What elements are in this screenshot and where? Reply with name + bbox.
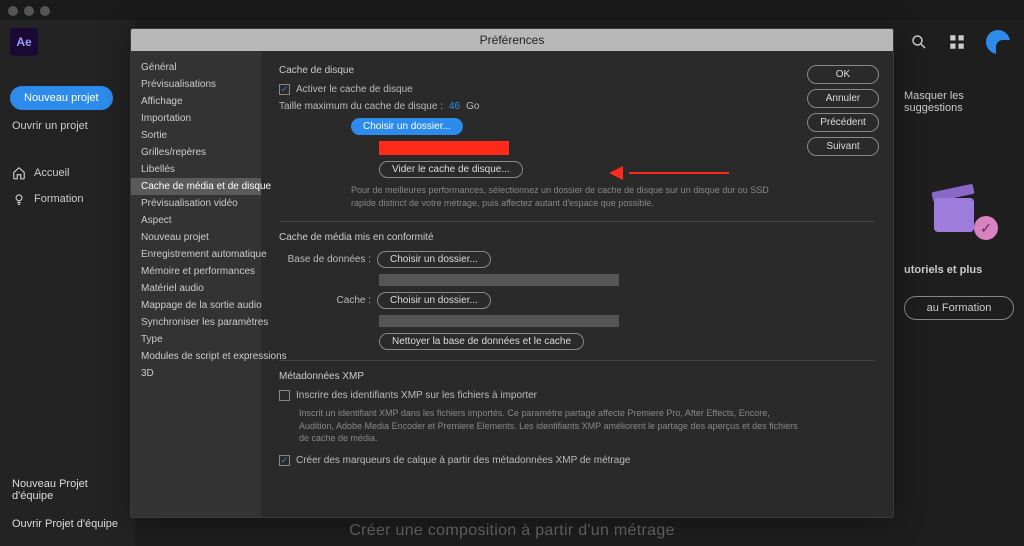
nav-training-label: Formation	[34, 193, 84, 205]
clean-db-cache-button[interactable]: Nettoyer la base de données et le cache	[379, 333, 584, 350]
cat-new-project[interactable]: Nouveau projet	[131, 229, 261, 246]
disk-cache-path-redacted	[379, 141, 509, 155]
nav-home-label: Accueil	[34, 167, 69, 179]
max-size-label: Taille maximum du cache de disque :	[279, 101, 443, 112]
new-project-button[interactable]: Nouveau projet	[10, 86, 113, 110]
tutorials-heading: utoriels et plus	[904, 264, 1014, 276]
nav-training[interactable]: Formation	[0, 186, 135, 212]
cat-scripting[interactable]: Modules de script et expressions	[131, 348, 261, 365]
cat-memory[interactable]: Mémoire et performances	[131, 263, 261, 280]
tutorial-illustration: ✓	[924, 184, 994, 244]
bulb-icon	[12, 192, 26, 206]
dialog-title: Préférences	[131, 29, 893, 51]
disk-cache-section-title: Cache de disque	[279, 65, 875, 76]
prefs-category-list: Général Prévisualisations Affichage Impo…	[131, 51, 261, 517]
cat-appearance[interactable]: Aspect	[131, 212, 261, 229]
conformed-section-title: Cache de média mis en conformité	[279, 232, 875, 243]
new-team-project-link[interactable]: Nouveau Projet d'équipe	[0, 470, 135, 510]
cat-video-preview[interactable]: Prévisualisation vidéo	[131, 195, 261, 212]
apps-icon[interactable]	[948, 33, 966, 51]
choose-folder-button[interactable]: Choisir un dossier...	[351, 118, 463, 135]
cat-grids[interactable]: Grilles/repères	[131, 144, 261, 161]
bg-footer-text: Créer une composition à partir d'un métr…	[349, 522, 674, 540]
cat-sync[interactable]: Synchroniser les paramètres	[131, 314, 261, 331]
previous-button[interactable]: Précédent	[807, 113, 879, 132]
cat-labels[interactable]: Libellés	[131, 161, 261, 178]
enable-disk-cache-checkbox[interactable]	[279, 84, 290, 95]
cat-general[interactable]: Général	[131, 59, 261, 76]
db-choose-folder-button[interactable]: Choisir un dossier...	[377, 251, 491, 268]
user-avatar[interactable]	[986, 30, 1010, 54]
cat-3d[interactable]: 3D	[131, 365, 261, 382]
enable-disk-cache-label: Activer le cache de disque	[296, 84, 413, 95]
home-icon	[12, 166, 26, 180]
cat-type[interactable]: Type	[131, 331, 261, 348]
nav-home[interactable]: Accueil	[0, 160, 135, 186]
db-label: Base de données :	[279, 254, 371, 265]
check-icon: ✓	[974, 216, 998, 240]
xmp-section-title: Métadonnées XMP	[279, 371, 875, 382]
cat-display[interactable]: Affichage	[131, 93, 261, 110]
cat-previews[interactable]: Prévisualisations	[131, 76, 261, 93]
ok-button[interactable]: OK	[807, 65, 879, 84]
xmp-write-label: Inscrire des identifiants XMP sur les fi…	[296, 390, 537, 401]
open-team-project-link[interactable]: Ouvrir Projet d'équipe	[0, 510, 135, 538]
app-logo-icon: Ae	[10, 28, 38, 56]
cat-audio-hw[interactable]: Matériel audio	[131, 280, 261, 297]
right-panel: Masquer les suggestions ✓ utoriels et pl…	[904, 90, 1014, 320]
cache-label: Cache :	[279, 295, 371, 306]
search-icon[interactable]	[910, 33, 928, 51]
mac-max[interactable]	[40, 6, 50, 16]
mac-min[interactable]	[24, 6, 34, 16]
disk-cache-hint: Pour de meilleures performances, sélecti…	[351, 184, 781, 209]
db-path-display	[379, 274, 619, 286]
cat-output[interactable]: Sortie	[131, 127, 261, 144]
xmp-write-description: Inscrit un identifiant XMP dans les fich…	[299, 407, 799, 445]
hide-suggestions-link[interactable]: Masquer les suggestions	[904, 90, 1014, 114]
left-sidebar: Ae Nouveau projet Ouvrir un projet Accue…	[0, 20, 135, 546]
empty-disk-cache-button[interactable]: Vider le cache de disque...	[379, 161, 523, 178]
cat-media-disk-cache[interactable]: Cache de média et de disque	[131, 178, 261, 195]
next-button[interactable]: Suivant	[807, 137, 879, 156]
cache-path-display	[379, 315, 619, 327]
mac-close[interactable]	[8, 6, 18, 16]
preferences-dialog: Préférences Général Prévisualisations Af…	[130, 28, 894, 518]
max-size-unit: Go	[466, 101, 479, 112]
xmp-markers-label: Créer des marqueurs de calque à partir d…	[296, 455, 630, 466]
cat-import[interactable]: Importation	[131, 110, 261, 127]
xmp-markers-checkbox[interactable]	[279, 455, 290, 466]
xmp-write-checkbox[interactable]	[279, 390, 290, 401]
cache-choose-folder-button[interactable]: Choisir un dossier...	[377, 292, 491, 309]
cat-audio-map[interactable]: Mappage de la sortie audio	[131, 297, 261, 314]
cat-autosave[interactable]: Enregistrement automatique	[131, 246, 261, 263]
cancel-button[interactable]: Annuler	[807, 89, 879, 108]
max-size-value[interactable]: 46	[449, 101, 460, 112]
training-panel-button[interactable]: au Formation	[904, 296, 1014, 320]
prefs-content: Cache de disque Activer le cache de disq…	[261, 51, 893, 517]
open-project-link[interactable]: Ouvrir un projet	[12, 120, 135, 132]
